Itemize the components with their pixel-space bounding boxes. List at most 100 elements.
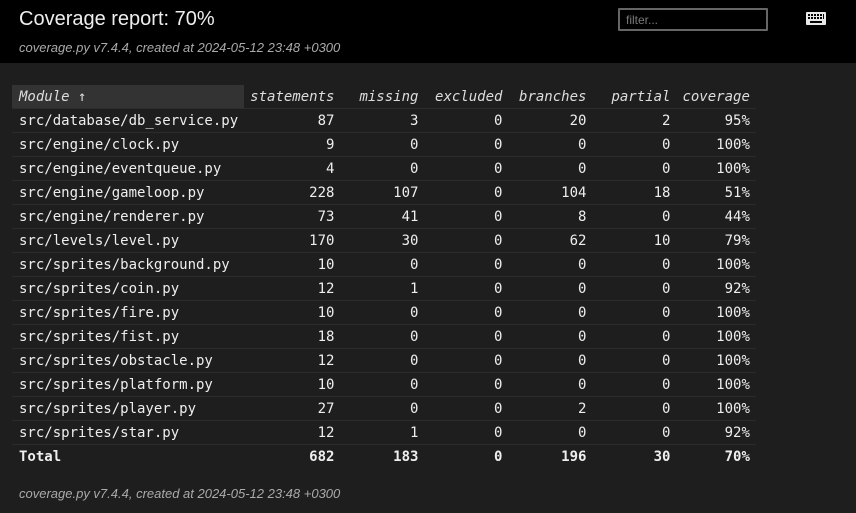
column-header-branches[interactable]: branches — [508, 85, 592, 109]
excluded-cell: 0 — [424, 396, 509, 421]
table-row[interactable]: src/sprites/obstacle.py 12 0 0 0 0 100% — [12, 348, 756, 373]
module-link[interactable]: src/engine/eventqueue.py — [12, 156, 245, 181]
table-row[interactable]: src/sprites/background.py 10 0 0 0 0 100% — [12, 252, 756, 277]
header: Coverage report: 70% coverage.py v7.4.4,… — [0, 0, 856, 63]
statements-cell: 4 — [244, 156, 341, 181]
module-link[interactable]: src/sprites/coin.py — [12, 276, 245, 301]
statements-cell: 73 — [244, 204, 341, 229]
coverage-table: Module ↑ statements missing excluded bra… — [12, 85, 756, 468]
branches-cell: 0 — [508, 300, 593, 325]
total-branches: 196 — [508, 444, 593, 468]
coverage-cell: 100% — [676, 132, 756, 157]
missing-cell: 0 — [340, 348, 425, 373]
column-header-module[interactable]: Module ↑ — [12, 85, 245, 109]
missing-cell: 1 — [340, 420, 425, 445]
column-header-statements[interactable]: statements — [244, 85, 340, 109]
column-header-missing[interactable]: missing — [340, 85, 424, 109]
module-link[interactable]: src/sprites/player.py — [12, 396, 245, 421]
coverage-cell: 100% — [676, 324, 756, 349]
branches-cell: 0 — [508, 132, 593, 157]
table-row[interactable]: src/database/db_service.py 87 3 0 20 2 95% — [12, 108, 756, 133]
total-partial: 30 — [592, 444, 677, 468]
partial-cell: 0 — [592, 276, 677, 301]
partial-cell: 0 — [592, 156, 677, 181]
excluded-cell: 0 — [424, 204, 509, 229]
missing-cell: 0 — [340, 300, 425, 325]
column-header-excluded[interactable]: excluded — [424, 85, 508, 109]
table-row[interactable]: src/engine/renderer.py 73 41 0 8 0 44% — [12, 204, 756, 229]
table-row[interactable]: src/sprites/fist.py 18 0 0 0 0 100% — [12, 324, 756, 349]
total-row: Total 682 183 0 196 30 70% — [12, 444, 756, 468]
partial-cell: 10 — [592, 228, 677, 253]
table-row[interactable]: src/sprites/coin.py 12 1 0 0 0 92% — [12, 276, 756, 301]
statements-cell: 170 — [244, 228, 341, 253]
statements-cell: 27 — [244, 396, 341, 421]
missing-cell: 107 — [340, 180, 425, 205]
partial-cell: 2 — [592, 108, 677, 133]
statements-cell: 10 — [244, 252, 341, 277]
excluded-cell: 0 — [424, 348, 509, 373]
missing-cell: 30 — [340, 228, 425, 253]
statements-cell: 18 — [244, 324, 341, 349]
partial-cell: 0 — [592, 300, 677, 325]
filter-input[interactable] — [618, 8, 768, 31]
excluded-cell: 0 — [424, 156, 509, 181]
partial-cell: 0 — [592, 396, 677, 421]
missing-cell: 41 — [340, 204, 425, 229]
module-link[interactable]: src/levels/level.py — [12, 228, 245, 253]
partial-cell: 18 — [592, 180, 677, 205]
partial-cell: 0 — [592, 348, 677, 373]
coverage-cell: 92% — [676, 420, 756, 445]
table-row[interactable]: src/sprites/star.py 12 1 0 0 0 92% — [12, 420, 756, 445]
branches-cell: 0 — [508, 156, 593, 181]
excluded-cell: 0 — [424, 108, 509, 133]
branches-cell: 62 — [508, 228, 593, 253]
table-row[interactable]: src/sprites/player.py 27 0 0 2 0 100% — [12, 396, 756, 421]
module-link[interactable]: src/sprites/fire.py — [12, 300, 245, 325]
table-row[interactable]: src/engine/clock.py 9 0 0 0 0 100% — [12, 132, 756, 157]
branches-cell: 0 — [508, 324, 593, 349]
statements-cell: 12 — [244, 276, 341, 301]
branches-cell: 0 — [508, 348, 593, 373]
module-link[interactable]: src/sprites/obstacle.py — [12, 348, 245, 373]
coverage-cell: 100% — [676, 396, 756, 421]
missing-cell: 1 — [340, 276, 425, 301]
missing-cell: 0 — [340, 132, 425, 157]
excluded-cell: 0 — [424, 252, 509, 277]
coverage-cell: 79% — [676, 228, 756, 253]
excluded-cell: 0 — [424, 276, 509, 301]
module-link[interactable]: src/sprites/star.py — [12, 420, 245, 445]
table-row[interactable]: src/levels/level.py 170 30 0 62 10 79% — [12, 228, 756, 253]
excluded-cell: 0 — [424, 132, 509, 157]
excluded-cell: 0 — [424, 300, 509, 325]
column-header-coverage[interactable]: coverage — [676, 85, 755, 109]
coverage-cell: 92% — [676, 276, 756, 301]
report-subtitle: coverage.py v7.4.4, created at 2024-05-1… — [19, 40, 341, 55]
missing-cell: 0 — [340, 396, 425, 421]
table-row[interactable]: src/engine/gameloop.py 228 107 0 104 18 51% — [12, 180, 756, 205]
branches-cell: 20 — [508, 108, 593, 133]
branches-cell: 104 — [508, 180, 593, 205]
keyboard-icon[interactable] — [806, 12, 826, 25]
partial-cell: 0 — [592, 324, 677, 349]
total-statements: 682 — [244, 444, 341, 468]
excluded-cell: 0 — [424, 180, 509, 205]
module-link[interactable]: src/sprites/background.py — [12, 252, 245, 277]
missing-cell: 0 — [340, 156, 425, 181]
statements-cell: 9 — [244, 132, 341, 157]
partial-cell: 0 — [592, 420, 677, 445]
partial-cell: 0 — [592, 132, 677, 157]
module-link[interactable]: src/engine/renderer.py — [12, 204, 245, 229]
module-link[interactable]: src/sprites/fist.py — [12, 324, 245, 349]
statements-cell: 12 — [244, 348, 341, 373]
table-row[interactable]: src/sprites/platform.py 10 0 0 0 0 100% — [12, 372, 756, 397]
module-link[interactable]: src/sprites/platform.py — [12, 372, 245, 397]
partial-cell: 0 — [592, 204, 677, 229]
module-link[interactable]: src/engine/clock.py — [12, 132, 245, 157]
table-row[interactable]: src/engine/eventqueue.py 4 0 0 0 0 100% — [12, 156, 756, 181]
module-link[interactable]: src/database/db_service.py — [12, 108, 245, 133]
column-header-partial[interactable]: partial — [592, 85, 676, 109]
branches-cell: 0 — [508, 276, 593, 301]
module-link[interactable]: src/engine/gameloop.py — [12, 180, 245, 205]
table-row[interactable]: src/sprites/fire.py 10 0 0 0 0 100% — [12, 300, 756, 325]
